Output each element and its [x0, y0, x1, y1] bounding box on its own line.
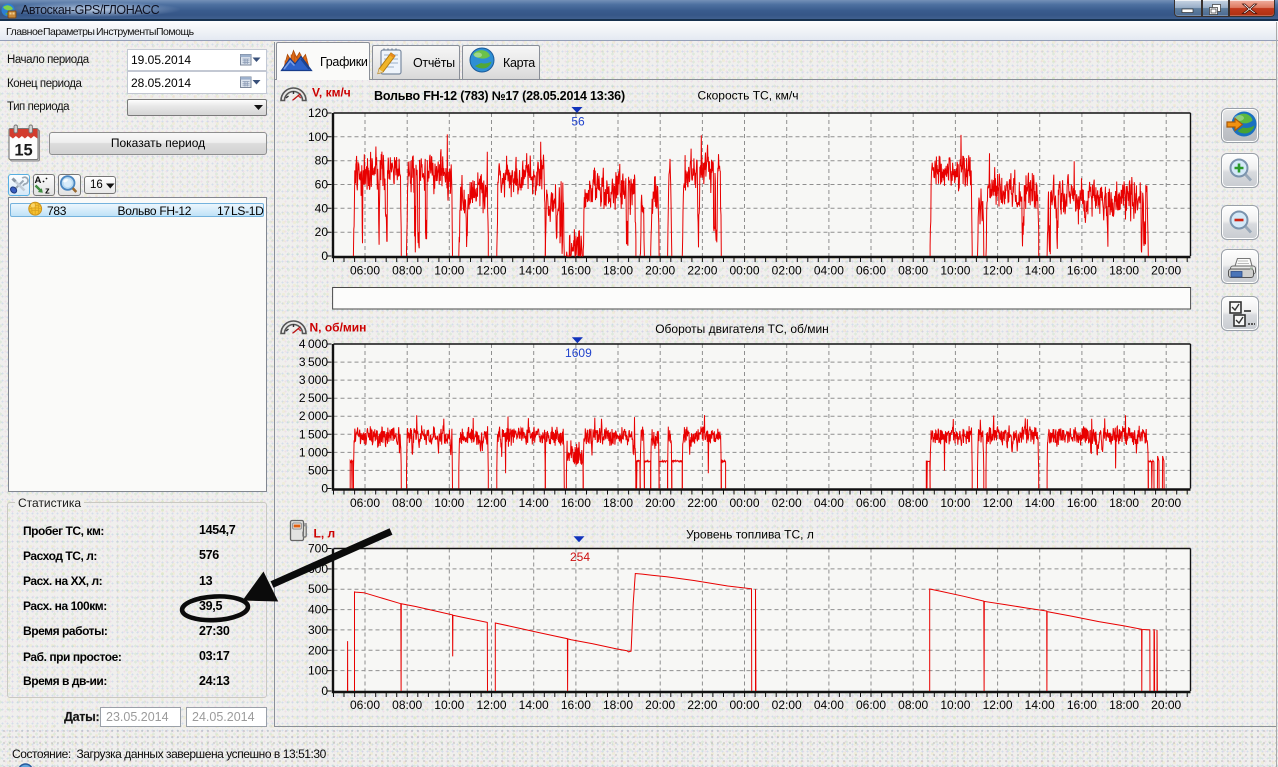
svg-text:300: 300: [308, 623, 328, 637]
svg-text:14:00: 14:00: [519, 264, 549, 278]
svg-text:04:00: 04:00: [814, 698, 844, 712]
svg-text:06:00: 06:00: [350, 264, 380, 278]
svg-text:80: 80: [315, 154, 329, 168]
svg-text:04:00: 04:00: [814, 496, 844, 510]
svg-text:12:00: 12:00: [983, 496, 1013, 510]
svg-text:N, об/мин: N, об/мин: [310, 321, 367, 335]
svg-text:Обороты двигателя ТС, об/мин: Обороты двигателя ТС, об/мин: [655, 322, 829, 336]
svg-text:10:00: 10:00: [434, 264, 464, 278]
svg-text:L, л: L, л: [314, 527, 336, 541]
svg-text:16:00: 16:00: [561, 264, 591, 278]
svg-text:20:00: 20:00: [1151, 698, 1181, 712]
svg-text:700: 700: [308, 542, 328, 556]
svg-text:40: 40: [315, 201, 329, 215]
svg-text:A: A: [35, 175, 42, 186]
svg-text:120: 120: [308, 106, 328, 120]
svg-text:500: 500: [308, 463, 328, 477]
svg-text:06:00: 06:00: [856, 496, 886, 510]
svg-text:z: z: [45, 186, 50, 197]
svg-text:15: 15: [14, 142, 32, 160]
svg-text:02:00: 02:00: [772, 264, 802, 278]
svg-text:Уровень топлива ТС, л: Уровень топлива ТС, л: [686, 528, 814, 542]
svg-text:04:00: 04:00: [814, 264, 844, 278]
svg-text:12:00: 12:00: [983, 264, 1013, 278]
svg-text:12:00: 12:00: [476, 264, 506, 278]
svg-text:1 500: 1 500: [299, 427, 328, 441]
svg-text:02:00: 02:00: [772, 496, 802, 510]
svg-text:100: 100: [308, 664, 328, 678]
svg-text:06:00: 06:00: [350, 496, 380, 510]
svg-text:06:00: 06:00: [856, 264, 886, 278]
svg-text:14:00: 14:00: [519, 698, 549, 712]
svg-text:02:00: 02:00: [772, 698, 802, 712]
svg-text:20:00: 20:00: [645, 496, 675, 510]
svg-text:08:00: 08:00: [898, 698, 928, 712]
svg-text:20:00: 20:00: [645, 698, 675, 712]
svg-text:16:00: 16:00: [1067, 496, 1097, 510]
svg-text:00:00: 00:00: [729, 496, 759, 510]
svg-text:56: 56: [571, 115, 585, 129]
svg-text:22:00: 22:00: [687, 698, 717, 712]
svg-text:10:00: 10:00: [434, 496, 464, 510]
svg-text:00:00: 00:00: [729, 698, 759, 712]
svg-text:16:00: 16:00: [1067, 264, 1097, 278]
svg-text:200: 200: [308, 643, 328, 657]
svg-text:14:00: 14:00: [1025, 264, 1055, 278]
svg-text:0: 0: [321, 249, 328, 263]
svg-text:100: 100: [308, 130, 328, 144]
svg-text:Скорость ТС, км/ч: Скорость ТС, км/ч: [698, 89, 799, 103]
svg-text:22:00: 22:00: [687, 264, 717, 278]
svg-text:08:00: 08:00: [898, 264, 928, 278]
svg-text:10:00: 10:00: [434, 698, 464, 712]
svg-text:18:00: 18:00: [1109, 496, 1139, 510]
svg-text:06:00: 06:00: [856, 698, 886, 712]
svg-text:16:00: 16:00: [561, 698, 591, 712]
svg-text:18:00: 18:00: [1109, 264, 1139, 278]
svg-text:20:00: 20:00: [645, 264, 675, 278]
svg-text:08:00: 08:00: [392, 264, 422, 278]
svg-text:400: 400: [308, 603, 328, 617]
svg-text:06:00: 06:00: [350, 698, 380, 712]
svg-text:22:00: 22:00: [687, 496, 717, 510]
svg-text:3 500: 3 500: [299, 355, 328, 369]
svg-text:254: 254: [570, 550, 590, 564]
svg-text:12:00: 12:00: [476, 698, 506, 712]
svg-text:2 500: 2 500: [299, 391, 328, 405]
svg-text:14:00: 14:00: [519, 496, 549, 510]
svg-text:20:00: 20:00: [1151, 264, 1181, 278]
svg-text:Вольво FH-12 (783) №17 (28.05.: Вольво FH-12 (783) №17 (28.05.2014 13:36…: [374, 89, 625, 103]
svg-text:00:00: 00:00: [729, 264, 759, 278]
svg-text:500: 500: [308, 582, 328, 596]
svg-text:10:00: 10:00: [940, 698, 970, 712]
svg-text:3 000: 3 000: [299, 373, 328, 387]
svg-text:10:00: 10:00: [940, 264, 970, 278]
svg-text:60: 60: [315, 178, 329, 192]
svg-text:2 000: 2 000: [299, 409, 328, 423]
svg-text:4 000: 4 000: [299, 337, 328, 351]
svg-text:18:00: 18:00: [1109, 698, 1139, 712]
svg-text:18:00: 18:00: [603, 264, 633, 278]
svg-text:10:00: 10:00: [940, 496, 970, 510]
svg-text:20: 20: [315, 225, 329, 239]
svg-text:18:00: 18:00: [603, 496, 633, 510]
svg-text:1609: 1609: [565, 346, 592, 360]
svg-text:12:00: 12:00: [476, 496, 506, 510]
svg-text:08:00: 08:00: [392, 698, 422, 712]
svg-text:16:00: 16:00: [1067, 698, 1097, 712]
svg-text:16:00: 16:00: [561, 496, 591, 510]
svg-text:0: 0: [321, 684, 328, 698]
svg-text:V, км/ч: V, км/ч: [312, 86, 351, 100]
svg-text:14:00: 14:00: [1025, 496, 1055, 510]
svg-text:14:00: 14:00: [1025, 698, 1055, 712]
svg-text:1 000: 1 000: [299, 445, 328, 459]
svg-text:08:00: 08:00: [392, 496, 422, 510]
svg-text:12:00: 12:00: [983, 698, 1013, 712]
svg-text:20:00: 20:00: [1151, 496, 1181, 510]
svg-text:08:00: 08:00: [898, 496, 928, 510]
svg-text:0: 0: [321, 482, 328, 496]
svg-text:18:00: 18:00: [603, 698, 633, 712]
